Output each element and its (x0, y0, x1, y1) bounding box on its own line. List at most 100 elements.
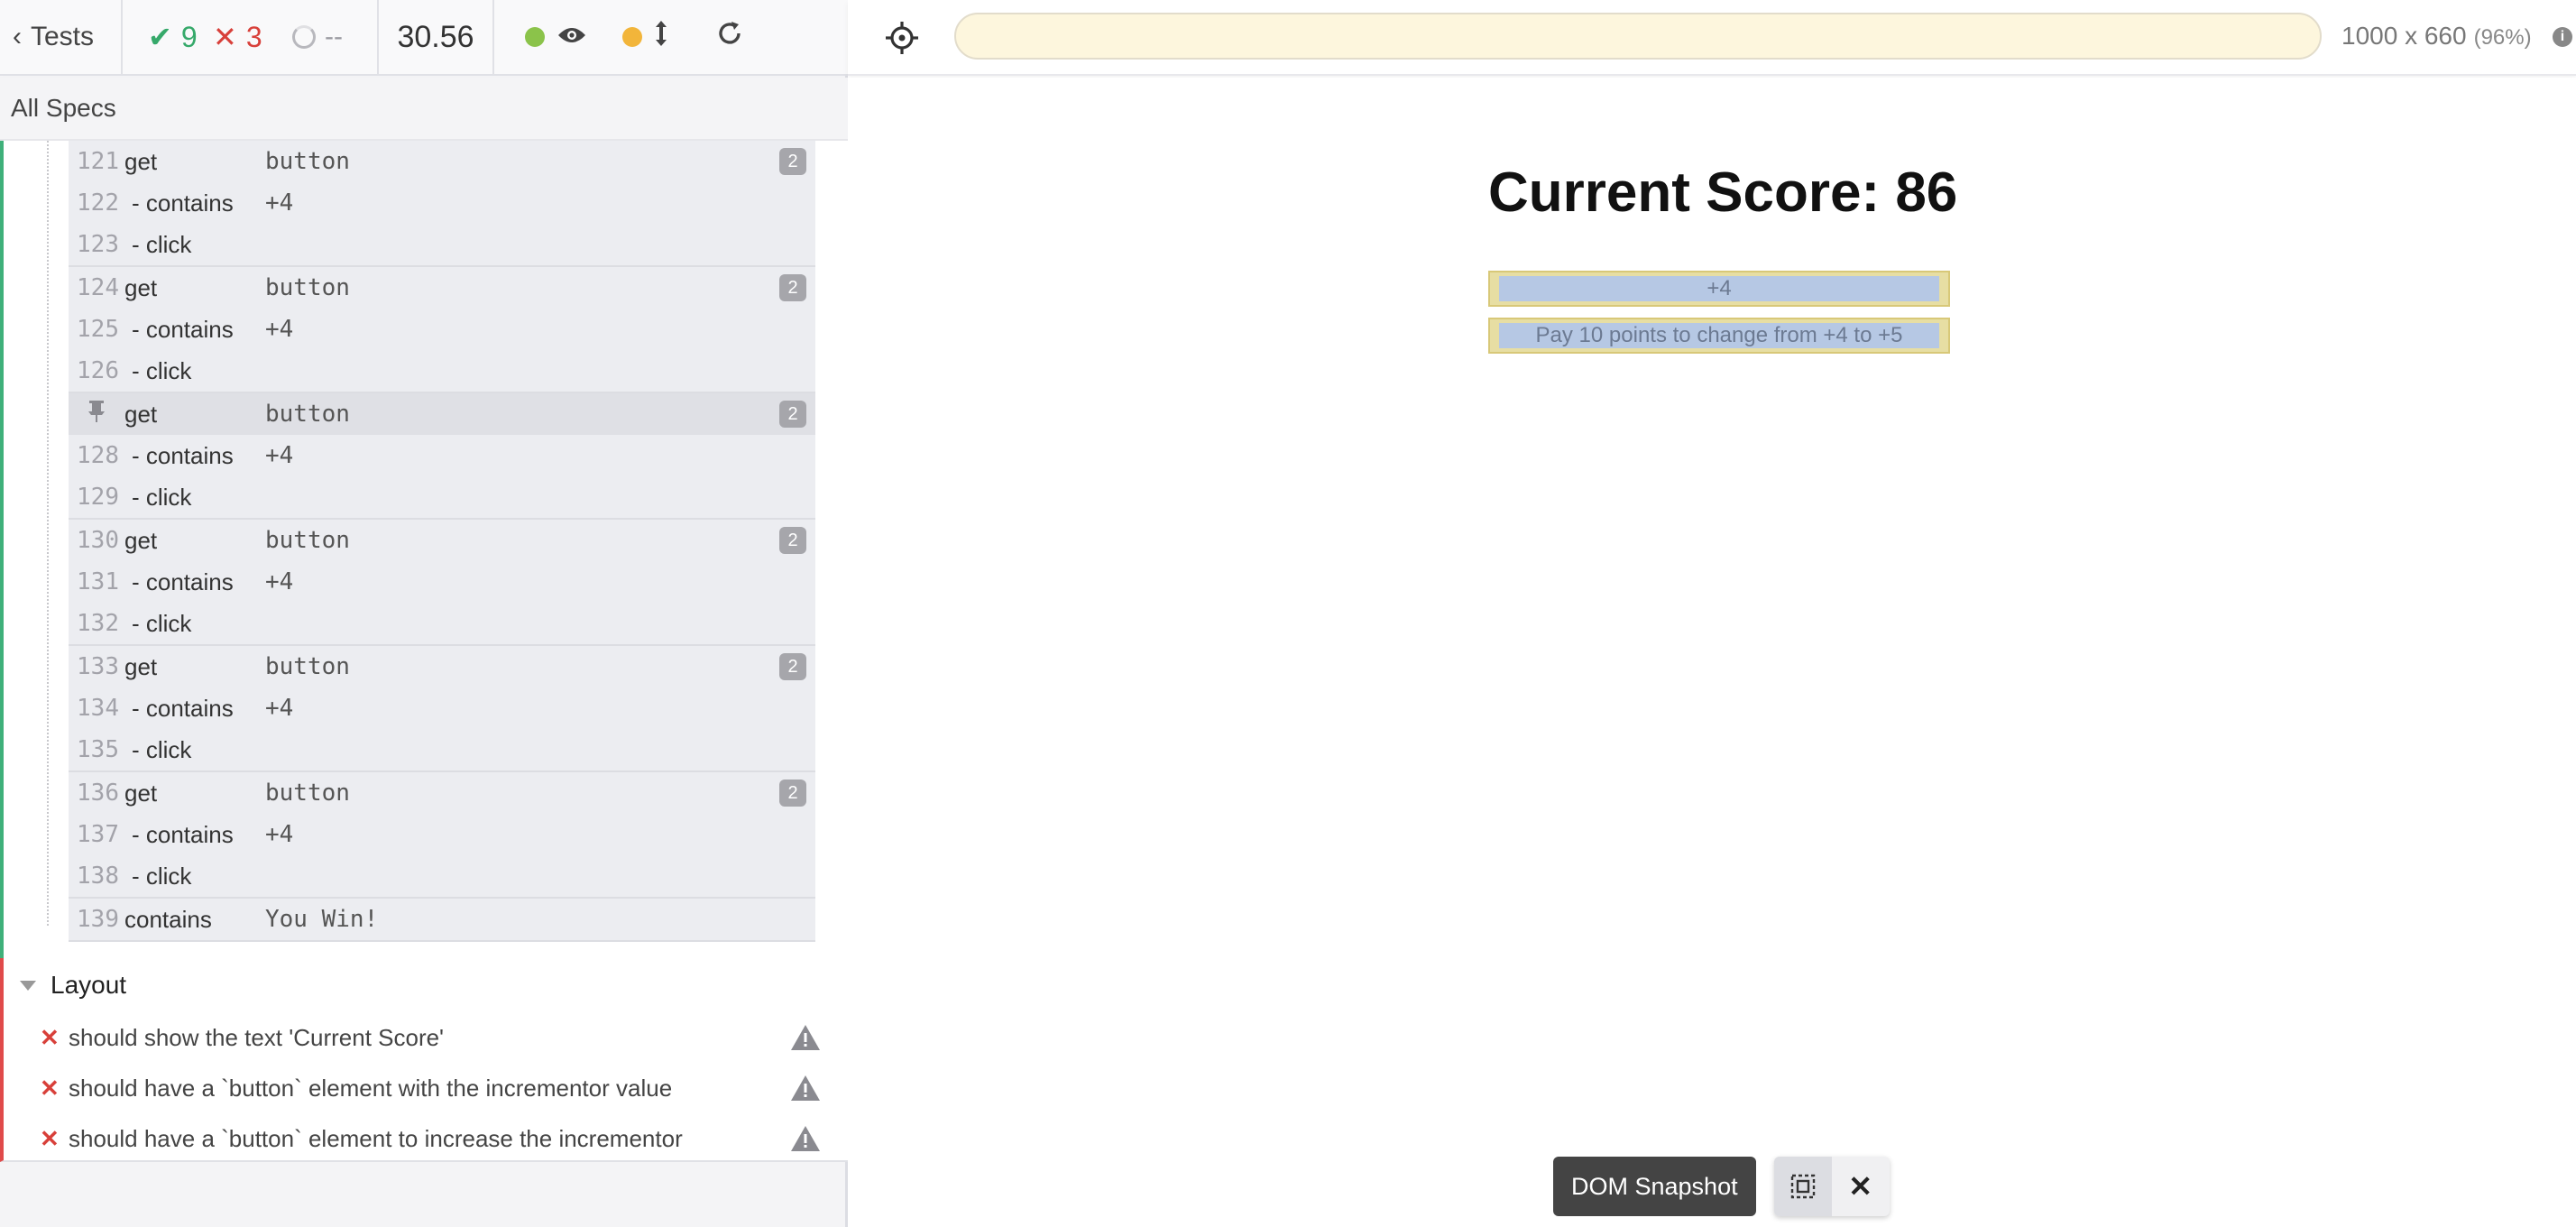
warning-icon (791, 1075, 820, 1101)
command-name: get (124, 526, 158, 554)
element-count-badge: 2 (779, 780, 806, 807)
command-row[interactable]: get button 2 (69, 393, 815, 435)
command-row[interactable]: 131 - contains +4 (69, 561, 815, 603)
running-status-dot (525, 27, 545, 47)
element-count-badge: 2 (779, 148, 806, 175)
command-row[interactable]: 123 - click (69, 224, 815, 265)
command-name: - click (132, 862, 192, 890)
command-number: 131 (77, 568, 119, 595)
selector-playground-icon[interactable] (884, 20, 920, 56)
highlight-toggle-button[interactable] (1773, 1157, 1832, 1216)
test-title: should have a `button` element with the … (69, 1074, 673, 1102)
command-number: 133 (77, 653, 119, 680)
close-snapshot-button[interactable]: ✕ (1832, 1157, 1890, 1216)
test-row[interactable]: ✕ should have a `button` element with th… (4, 1063, 848, 1113)
failed-count: ✕ 3 (213, 0, 292, 75)
command-row[interactable]: 130 get button 2 (69, 520, 815, 561)
command-argument: button (265, 148, 350, 175)
tests-label: Tests (31, 22, 95, 51)
command-argument: +4 (265, 442, 294, 469)
command-row[interactable]: 139 contains You Win! (69, 899, 815, 940)
command-number: 138 (77, 863, 119, 890)
all-specs-label: All Specs (11, 94, 116, 122)
pay-points-button[interactable]: Pay 10 points to change from +4 to +5 (1488, 318, 1950, 354)
test-row[interactable]: ✕ should have a `button` element to incr… (4, 1113, 848, 1164)
passed-count: ✔ 9 (123, 0, 213, 75)
current-score-heading: Current Score: 86 (1488, 161, 1958, 224)
dom-snapshot-label: DOM Snapshot (1553, 1157, 1756, 1216)
check-icon: ✔ (148, 21, 172, 53)
command-name: - contains (132, 441, 234, 469)
eye-icon[interactable] (557, 22, 586, 52)
command-name: get (124, 779, 158, 807)
failed-x-icon: ✕ (40, 1124, 60, 1152)
command-row[interactable]: 138 - click (69, 855, 815, 897)
command-number: 132 (77, 610, 119, 637)
command-log: 121 get button 2 122- contains +4 123- click 12… (0, 141, 848, 958)
command-name: get (124, 147, 158, 175)
snapshot-tools: ✕ (1773, 1157, 1890, 1216)
command-row[interactable]: 124 get button 2 (69, 267, 815, 309)
viewport-dimensions: 1000 x 660 (2341, 22, 2467, 50)
all-specs-link[interactable]: All Specs (0, 78, 848, 141)
element-count-badge: 2 (779, 401, 806, 428)
command-name: get (124, 400, 158, 428)
command-row[interactable]: 122 - contains +4 (69, 182, 815, 224)
command-argument: +4 (265, 568, 294, 595)
element-count-badge: 2 (779, 653, 806, 680)
aut-header: 1000 x 660 (96%) i (848, 0, 2576, 76)
command-row[interactable]: 134 - contains +4 (69, 687, 815, 729)
info-icon[interactable]: i (2553, 27, 2572, 47)
command-argument: button (265, 653, 350, 680)
reload-icon[interactable] (716, 20, 743, 54)
command-name: get (124, 652, 158, 680)
url-bar[interactable] (954, 13, 2322, 60)
tests-back-button[interactable]: ‹ Tests (0, 0, 123, 75)
chevron-left-icon: ‹ (13, 22, 22, 51)
command-argument: +4 (265, 695, 294, 722)
command-group: 124 get button 2 125 - contains +4 126 - click (69, 267, 815, 393)
command-argument: button (265, 780, 350, 807)
warning-icon (791, 1126, 820, 1151)
suite-title: Layout (51, 971, 127, 999)
pay-points-button-label: Pay 10 points to change from +4 to +5 (1499, 323, 1939, 348)
command-row[interactable]: 128 - contains +4 (69, 435, 815, 476)
test-title: should show the text 'Current Score' (69, 1023, 445, 1051)
failed-count-value: 3 (245, 20, 262, 53)
duration-value: 30.56 (397, 19, 474, 54)
element-count-badge: 2 (779, 527, 806, 554)
element-count-badge: 2 (779, 274, 806, 301)
highlight-icon (1790, 1174, 1815, 1199)
resize-vertical-icon[interactable] (655, 20, 667, 54)
command-number: 129 (77, 484, 119, 511)
command-number: 130 (77, 527, 119, 554)
pending-ring-icon (292, 25, 316, 49)
close-icon: ✕ (1848, 1170, 1872, 1203)
command-argument: button (265, 401, 350, 428)
command-row[interactable]: 133 get button 2 (69, 646, 815, 687)
command-argument: You Win! (265, 906, 379, 933)
reporter-stats-bar: ‹ Tests ✔ 9 ✕ 3 -- 30.56 (0, 0, 848, 76)
command-argument: +4 (265, 189, 294, 217)
test-reporter-panel: ‹ Tests ✔ 9 ✕ 3 -- 30.56 All Specs 121 g… (0, 0, 848, 1227)
command-row[interactable]: 135 - click (69, 729, 815, 770)
layout-suite: Layout ✕ should show the text 'Current S… (0, 958, 848, 1162)
dom-snapshot-controls: DOM Snapshot ✕ (1553, 1157, 1890, 1216)
suite-title-row[interactable]: Layout (4, 958, 848, 1012)
command-row[interactable]: 125 - contains +4 (69, 309, 815, 350)
auto-scroll-dot (622, 27, 642, 47)
app-under-test-frame: Current Score: 86 +4 Pay 10 points to ch… (848, 78, 2576, 1227)
command-row[interactable]: 121 get button 2 (69, 141, 815, 182)
command-argument: button (265, 527, 350, 554)
command-argument: +4 (265, 316, 294, 343)
test-row[interactable]: ✕ should show the text 'Current Score' (4, 1012, 848, 1063)
command-row[interactable]: 137 - contains +4 (69, 814, 815, 855)
command-row[interactable]: 129 - click (69, 476, 815, 518)
increment-button[interactable]: +4 (1488, 271, 1950, 307)
command-row[interactable]: 136 get button 2 (69, 772, 815, 814)
command-row[interactable]: 132 - click (69, 603, 815, 644)
command-name: - click (132, 483, 192, 511)
increment-button-label: +4 (1499, 276, 1939, 301)
command-number: 123 (77, 231, 119, 258)
command-row[interactable]: 126 - click (69, 350, 815, 392)
